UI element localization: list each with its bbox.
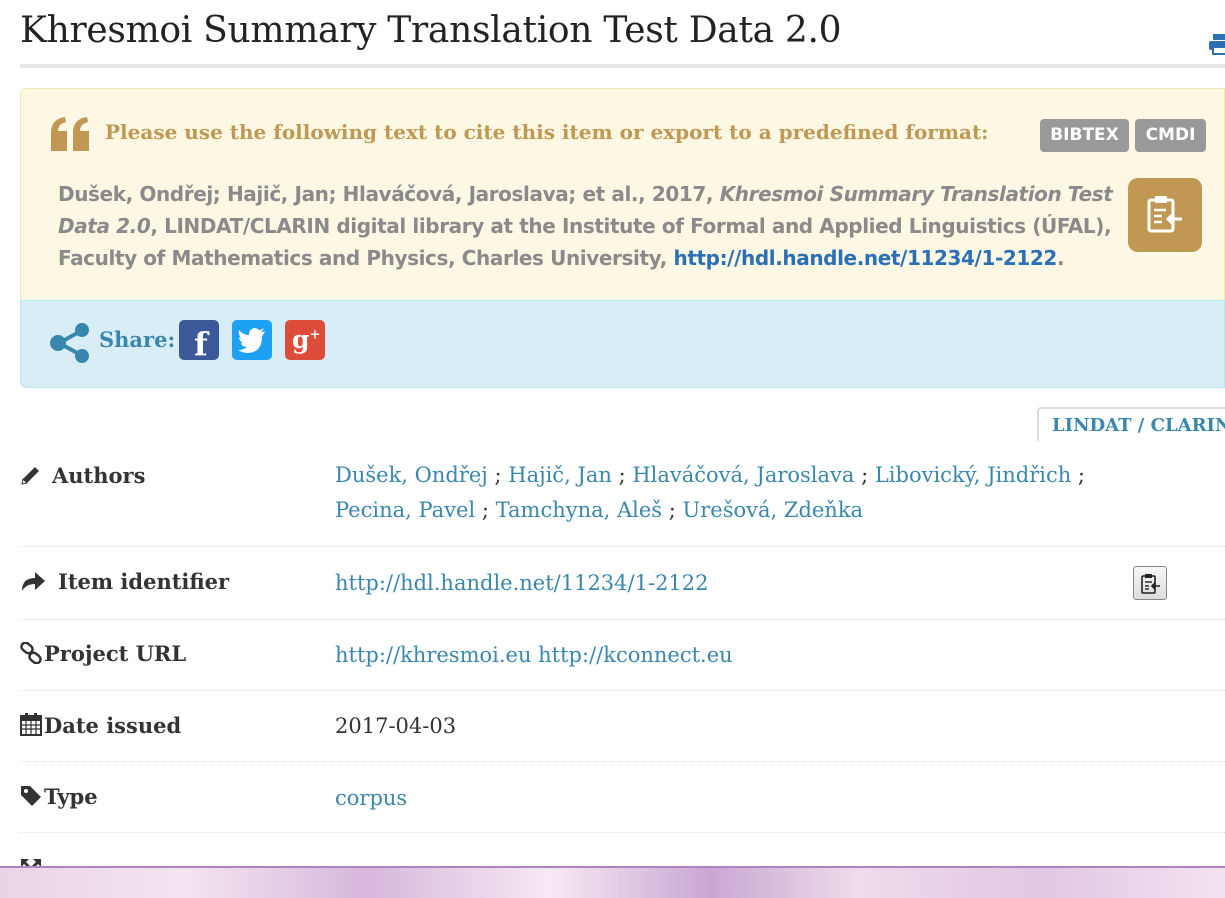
authors-row: Authors Dušek, Ondřej ; Hajič, Jan ; Hla…: [20, 458, 1225, 538]
type-label-wrap: Type: [20, 784, 98, 809]
clipboard-icon: [1141, 574, 1160, 594]
row-divider: [20, 761, 1225, 762]
authors-label: Authors: [52, 463, 146, 488]
facebook-share-button[interactable]: f: [179, 320, 219, 363]
twitter-icon: [238, 328, 265, 353]
author-link[interactable]: Dušek, Ondřej: [335, 463, 488, 487]
author-link[interactable]: Pecina, Pavel: [335, 498, 475, 522]
project-url-row: Project URL http://khresmoi.eu http://kc…: [20, 638, 1225, 674]
copy-citation-button[interactable]: [1128, 178, 1202, 252]
print-icon[interactable]: [1209, 32, 1225, 56]
type-row: Type corpus: [20, 781, 1225, 817]
identifier-link[interactable]: http://hdl.handle.net/11234/1-2122: [335, 571, 709, 595]
author-link[interactable]: Hlaváčová, Jaroslava: [632, 463, 854, 487]
row-divider: [20, 690, 1225, 691]
author-separator: ;: [1071, 463, 1086, 487]
authors-list: Dušek, Ondřej ; Hajič, Jan ; Hlaváčová, …: [335, 458, 1135, 528]
share-arrow-icon: [22, 572, 45, 591]
project-url-link[interactable]: http://kconnect.eu: [538, 643, 733, 667]
date-label: Date issued: [44, 713, 182, 738]
share-icon: [50, 323, 89, 363]
identifier-value: http://hdl.handle.net/11234/1-2122: [335, 566, 709, 601]
googleplus-icon: g+: [292, 325, 321, 354]
type-value: corpus: [335, 781, 407, 816]
author-separator: ;: [662, 498, 683, 522]
copy-identifier-button[interactable]: [1133, 566, 1167, 600]
link-icon: [20, 641, 42, 665]
facebook-icon: f: [194, 325, 208, 363]
citation-box: Please use the following text to cite th…: [20, 88, 1225, 300]
project-url-value: http://khresmoi.eu http://kconnect.eu: [335, 638, 733, 673]
author-separator: ;: [487, 463, 509, 487]
row-divider: [20, 832, 1225, 833]
author-link[interactable]: Tamchyna, Aleš: [496, 498, 662, 522]
bibtex-export-button[interactable]: BIBTEX: [1040, 119, 1129, 152]
pencil-icon: [21, 467, 39, 485]
type-label: Type: [44, 784, 98, 809]
clipboard-icon: [1147, 196, 1182, 233]
item-identifier-row: Item identifier http://hdl.handle.net/11…: [20, 566, 1225, 602]
citation-text: Dušek, Ondřej; Hajič, Jan; Hlaváčová, Ja…: [58, 178, 1118, 274]
project-url-label-wrap: Project URL: [20, 641, 186, 666]
citation-end: .: [1056, 246, 1065, 270]
calendar-icon: [20, 713, 42, 736]
date-value: 2017-04-03: [335, 714, 457, 738]
author-separator: ;: [475, 498, 496, 522]
author-separator: ;: [611, 463, 633, 487]
date-issued-row: Date issued 2017-04-03: [20, 709, 1225, 745]
twitter-share-button[interactable]: [232, 320, 272, 360]
row-divider: [20, 619, 1225, 620]
author-separator: ;: [854, 463, 875, 487]
type-link[interactable]: corpus: [335, 786, 407, 810]
author-link[interactable]: Hajič, Jan: [508, 463, 612, 487]
date-label-wrap: Date issued: [20, 712, 181, 738]
author-link[interactable]: Urešová, Zdeňka: [683, 498, 864, 522]
project-url-link[interactable]: http://khresmoi.eu: [335, 643, 531, 667]
tag-icon: [21, 786, 41, 806]
authors-label-wrap: Authors: [20, 463, 145, 488]
author-link[interactable]: Libovický, Jindřich: [875, 463, 1071, 487]
page-title: Khresmoi Summary Translation Test Data 2…: [20, 10, 842, 51]
cmdi-export-button[interactable]: CMDI: [1135, 119, 1206, 152]
share-box: Share: f g+: [20, 300, 1225, 388]
identifier-label-wrap: Item identifier: [20, 569, 229, 594]
tab-lindat-clarin[interactable]: LINDAT / CLARIN: [1037, 407, 1225, 441]
row-divider: [20, 546, 1225, 547]
citation-handle-link[interactable]: http://hdl.handle.net/11234/1-2122: [674, 246, 1058, 270]
identifier-label: Item identifier: [58, 569, 230, 594]
googleplus-share-button[interactable]: g+: [285, 320, 325, 360]
citation-heading: Please use the following text to cite th…: [105, 120, 989, 144]
background-image-strip: [0, 866, 1225, 898]
project-url-label: Project URL: [44, 641, 187, 666]
share-label: Share:: [99, 327, 176, 352]
citation-authors: Dušek, Ondřej; Hajič, Jan; Hlaváčová, Ja…: [58, 182, 720, 206]
title-divider: [20, 64, 1225, 68]
quote-icon: [51, 117, 89, 151]
